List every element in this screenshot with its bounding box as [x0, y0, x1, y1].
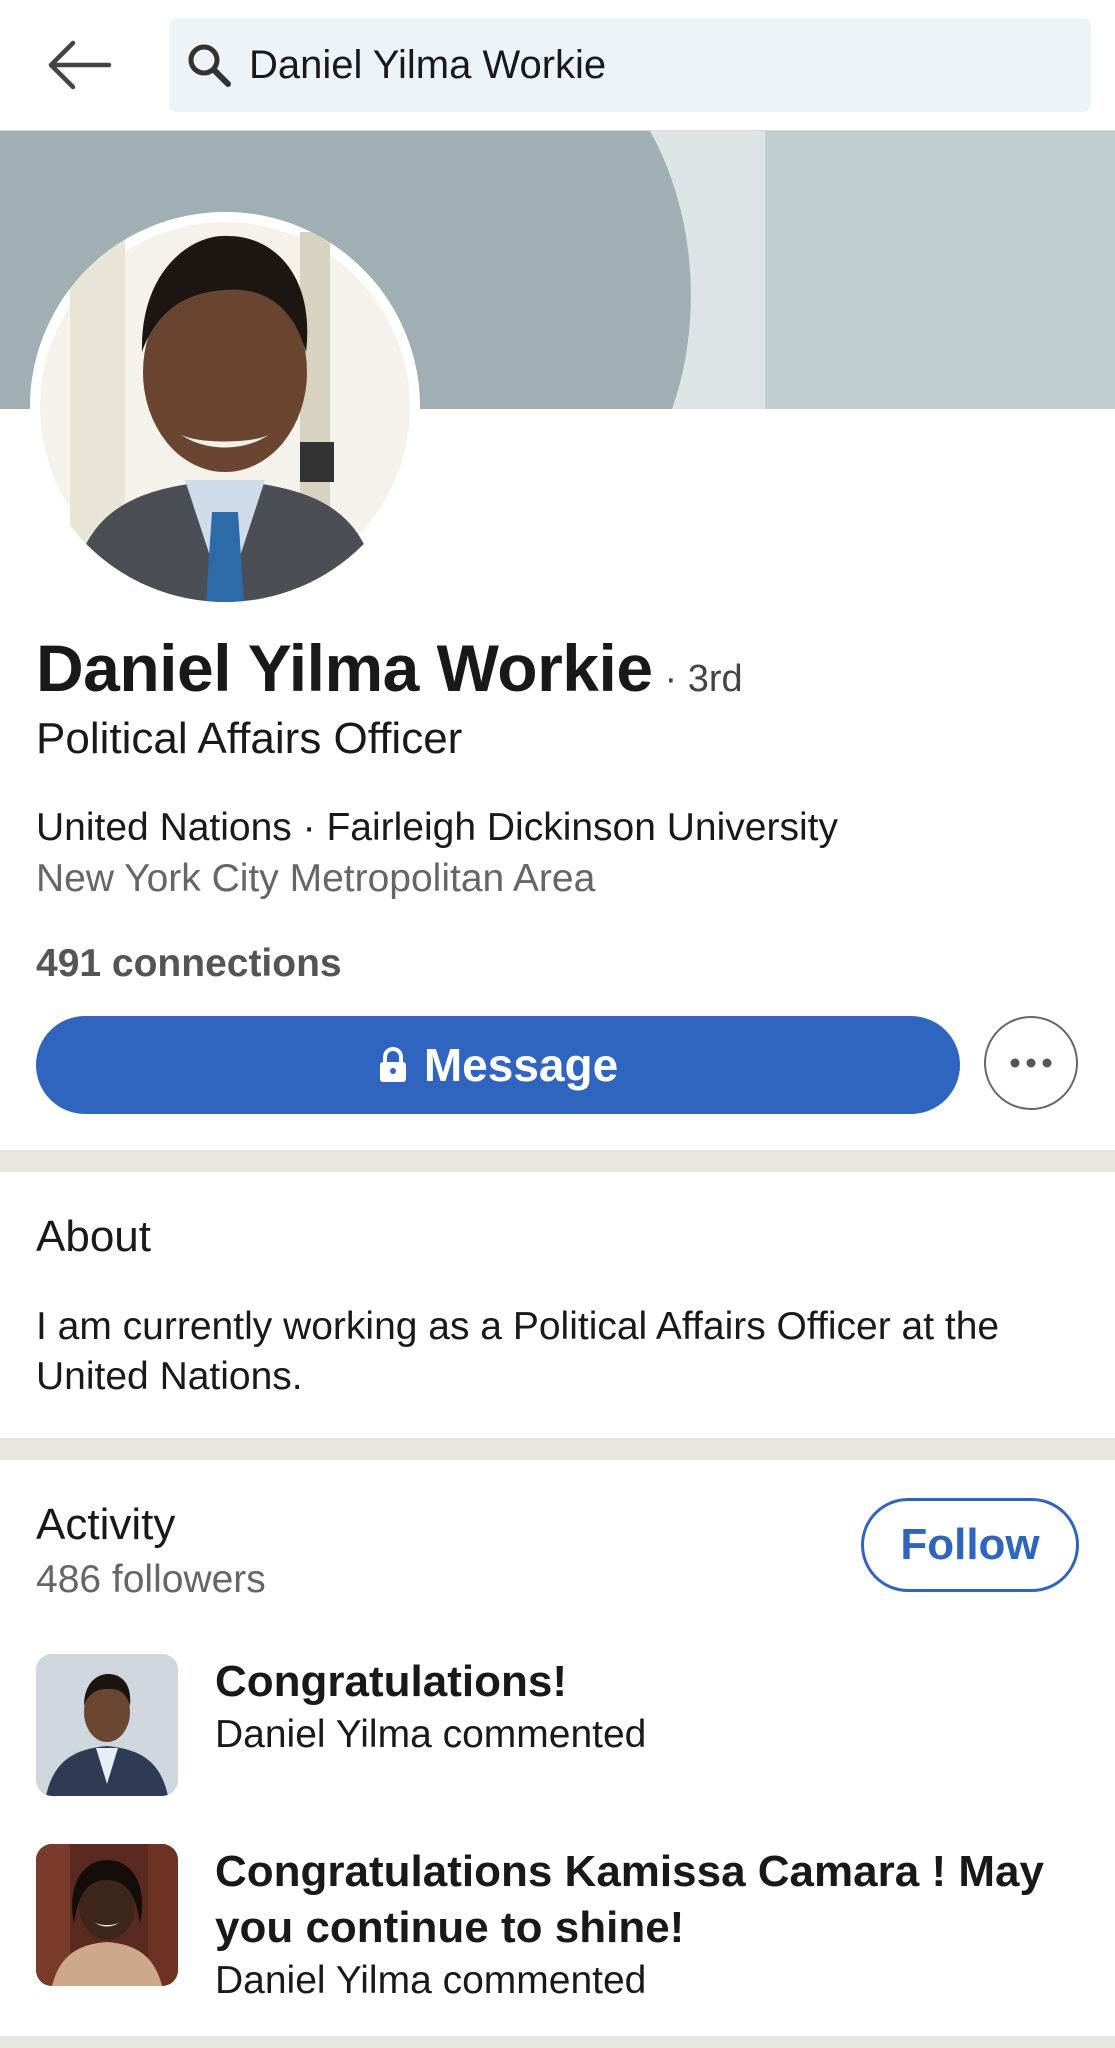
- profile-organizations: United Nations · Fairleigh Dickinson Uni…: [36, 806, 838, 849]
- about-text: I am currently working as a Political Af…: [36, 1305, 1000, 1398]
- search-query-text: Daniel Yilma Workie: [249, 42, 607, 87]
- name-row: Daniel Yilma Workie · 3rd: [36, 630, 743, 706]
- section-divider: [0, 1438, 1115, 1460]
- message-button[interactable]: Message: [36, 1016, 960, 1114]
- profile-name: Daniel Yilma Workie: [36, 631, 653, 705]
- top-bar: Daniel Yilma Workie: [0, 0, 1115, 131]
- post-title: Congratulations Kamissa Camara ! May you…: [215, 1847, 1044, 1952]
- activity-heading: Activity: [36, 1500, 176, 1549]
- follow-button[interactable]: Follow: [861, 1498, 1079, 1592]
- activity-post[interactable]: Congratulations Kamissa Camara ! May you…: [36, 1844, 1086, 2014]
- post-meta: Daniel Yilma commented: [215, 1959, 647, 2002]
- about-heading: About: [36, 1212, 151, 1261]
- more-options-button[interactable]: [984, 1016, 1078, 1110]
- connection-degree: · 3rd: [664, 658, 743, 700]
- section-divider: [0, 1150, 1115, 1172]
- ellipsis-icon: [1010, 1058, 1052, 1068]
- profile-avatar[interactable]: [30, 212, 420, 602]
- post-title: Congratulations!: [215, 1657, 567, 1706]
- followers-count: 486 followers: [36, 1558, 266, 1601]
- connections-count[interactable]: 491 connections: [36, 942, 342, 986]
- section-divider: [0, 2036, 1115, 2048]
- search-icon: [183, 39, 235, 91]
- profile-location: New York City Metropolitan Area: [36, 857, 596, 900]
- activity-post[interactable]: Congratulations! Daniel Yilma commented: [36, 1654, 1086, 1804]
- profile-headline: Political Affairs Officer: [36, 714, 463, 763]
- lock-icon: [378, 1046, 408, 1084]
- back-arrow-icon[interactable]: [40, 30, 120, 100]
- message-button-label: Message: [423, 1039, 619, 1091]
- search-input[interactable]: Daniel Yilma Workie: [169, 18, 1091, 112]
- post-thumbnail: [36, 1844, 178, 1986]
- post-thumbnail: [36, 1654, 178, 1796]
- post-meta: Daniel Yilma commented: [215, 1713, 647, 1756]
